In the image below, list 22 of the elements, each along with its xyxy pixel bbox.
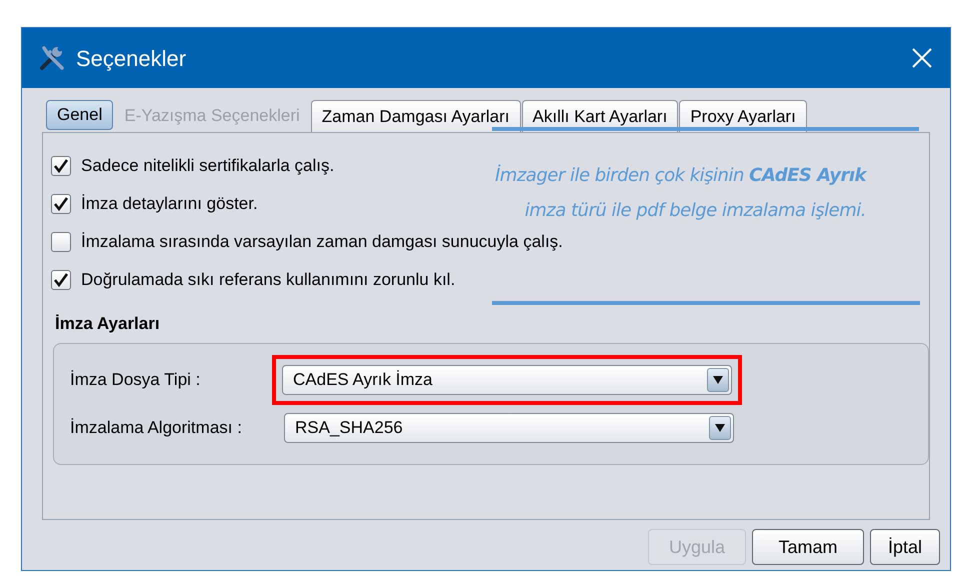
checkbox-label: Doğrulamada sıkı referans kullanımını zorunlu kıl. xyxy=(81,269,456,292)
dialog-button[interactable]: Tamam xyxy=(752,529,864,565)
checkbox-label: Sadece nitelikli sertifikalarla çalış. xyxy=(81,155,334,178)
tab[interactable]: Zaman Damgası Ayarları xyxy=(310,100,521,132)
checkbox[interactable] xyxy=(51,156,71,176)
checkbox-label: İmzalama sırasında varsayılan zaman damgası sunucuyla çalış. xyxy=(81,231,563,254)
annotation-text: imza türü ile pdf belge imzalama işlemi. xyxy=(524,199,866,223)
field-label: İmzalama Algoritması : xyxy=(70,416,243,439)
tab[interactable]: Genel xyxy=(46,100,114,130)
dropdown[interactable]: CAdES Ayrık İmza xyxy=(282,364,732,394)
checkbox[interactable] xyxy=(51,232,71,252)
field-label: İmza Dosya Tipi : xyxy=(70,368,202,391)
close-icon[interactable] xyxy=(912,48,932,68)
checkbox[interactable] xyxy=(51,194,71,214)
dropdown[interactable]: RSA_SHA256 xyxy=(284,412,734,442)
dialog-button[interactable]: İptal xyxy=(870,529,940,565)
checkbox-label: İmza detaylarını göster. xyxy=(81,193,258,216)
window-title: Seçenekler xyxy=(76,44,188,73)
wrench-screwdriver-icon xyxy=(38,44,66,72)
checkbox[interactable] xyxy=(51,270,71,290)
group-title: İmza Ayarları xyxy=(55,313,161,335)
annotation-text: İmzager ile birden çok kişinin CAdES Ayrık xyxy=(495,164,866,188)
